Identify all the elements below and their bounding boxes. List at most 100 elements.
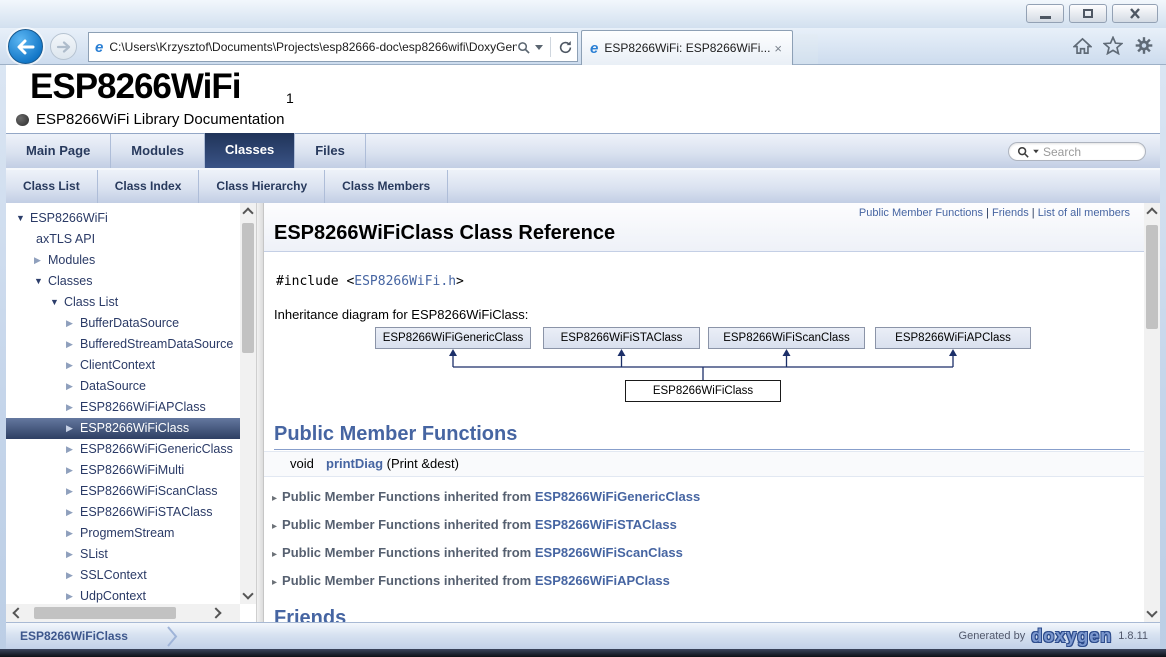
tree-collapsed-icon[interactable]: ▶ (66, 418, 80, 439)
diagram-node-parent[interactable]: ESP8266WiFiSTAClass (543, 327, 700, 349)
link-friends[interactable]: Friends (992, 207, 1029, 219)
tab-close-icon[interactable]: × (772, 41, 784, 56)
tree-collapsed-icon[interactable]: ▶ (66, 376, 80, 397)
scroll-down-icon[interactable] (240, 586, 256, 602)
expand-arrow-icon[interactable]: ▸ (272, 521, 277, 532)
link-list-of-all-members[interactable]: List of all members (1038, 207, 1130, 219)
search-icon[interactable] (517, 41, 530, 54)
tree-label: ProgmemStream (80, 523, 174, 544)
tree-label: ESP8266WiFiScanClass (80, 481, 218, 502)
tree-collapsed-icon[interactable]: ▶ (66, 334, 80, 355)
tab-modules[interactable]: Modules (111, 134, 205, 168)
member-name-link[interactable]: printDiag (326, 456, 383, 471)
project-name: ESP8266WiFi (30, 67, 240, 107)
tree-item-bufferdatasource[interactable]: ▶BufferDataSource (6, 313, 240, 334)
scroll-right-icon[interactable] (208, 605, 224, 621)
expand-arrow-icon[interactable]: ▸ (272, 493, 277, 504)
scroll-up-icon[interactable] (1144, 205, 1160, 221)
tree-item-class-list[interactable]: ▼Class List (6, 292, 240, 313)
link-public-member-functions[interactable]: Public Member Functions (859, 207, 983, 219)
inherited-class-link[interactable]: ESP8266WiFiSTAClass (535, 517, 677, 532)
tree-item-esp8266wifi[interactable]: ▼ESP8266WiFi (6, 208, 240, 229)
tree-item-esp8266wifimulti[interactable]: ▶ESP8266WiFiMulti (6, 460, 240, 481)
tree-expanded-icon[interactable]: ▼ (50, 292, 64, 313)
tree-collapsed-icon[interactable]: ▶ (66, 313, 80, 334)
tab-class-hierarchy[interactable]: Class Hierarchy (199, 170, 325, 203)
tree-collapsed-icon[interactable]: ▶ (66, 502, 80, 523)
sidebar-resize-splitter[interactable] (256, 203, 264, 622)
tree-item-classes[interactable]: ▼Classes (6, 271, 240, 292)
scroll-up-icon[interactable] (240, 205, 256, 221)
content-vertical-scrollbar[interactable] (1144, 203, 1160, 622)
diagram-node-parent[interactable]: ESP8266WiFiScanClass (708, 327, 865, 349)
diagram-node-parent[interactable]: ESP8266WiFiAPClass (875, 327, 1031, 349)
tree-collapsed-icon[interactable]: ▶ (66, 544, 80, 565)
minimize-button[interactable] (1026, 4, 1064, 23)
diagram-node-parent[interactable]: ESP8266WiFiGenericClass (375, 327, 531, 349)
scrollbar-thumb[interactable] (1146, 225, 1158, 329)
expand-arrow-icon[interactable]: ▸ (272, 549, 277, 560)
inherited-class-link[interactable]: ESP8266WiFiGenericClass (535, 489, 700, 504)
scroll-left-icon[interactable] (10, 605, 26, 621)
tree-collapsed-icon[interactable]: ▶ (66, 481, 80, 502)
tree-item-clientcontext[interactable]: ▶ClientContext (6, 355, 240, 376)
tree-item-esp8266wifistaclass[interactable]: ▶ESP8266WiFiSTAClass (6, 502, 240, 523)
expand-arrow-icon[interactable]: ▸ (272, 577, 277, 588)
tab-main-page[interactable]: Main Page (6, 134, 111, 168)
scrollbar-thumb[interactable] (34, 607, 176, 619)
tree-collapsed-icon[interactable]: ▶ (66, 439, 80, 460)
settings-gear-icon[interactable] (1134, 36, 1154, 55)
tab-class-index[interactable]: Class Index (98, 170, 200, 203)
tab-class-members[interactable]: Class Members (325, 170, 448, 203)
tree-collapsed-icon[interactable]: ▶ (66, 460, 80, 481)
include-file-link[interactable]: ESP8266WiFi.h (354, 274, 456, 289)
inherited-section-ap[interactable]: ▸Public Member Functions inherited from … (264, 569, 1144, 595)
sidebar-vertical-scrollbar[interactable] (240, 203, 256, 604)
sidebar-horizontal-scrollbar[interactable] (6, 604, 240, 622)
tree-item-slist[interactable]: ▶SList (6, 544, 240, 565)
close-button[interactable] (1112, 4, 1158, 23)
tree-item-bufferedstreamdatasource[interactable]: ▶BufferedStreamDataSource (6, 334, 240, 355)
tree-item-datasource[interactable]: ▶DataSource (6, 376, 240, 397)
forward-button[interactable] (50, 33, 77, 60)
tree-collapsed-icon[interactable]: ▶ (34, 250, 48, 271)
tree-expanded-icon[interactable]: ▼ (34, 271, 48, 292)
tree-item-modules[interactable]: ▶Modules (6, 250, 240, 271)
tree-item-axtls-api[interactable]: axTLS API (6, 229, 240, 250)
breadcrumb[interactable]: ESP8266WiFiClass (20, 623, 128, 649)
tree-collapsed-icon[interactable]: ▶ (66, 523, 80, 544)
inherited-section-sta[interactable]: ▸Public Member Functions inherited from … (264, 513, 1144, 539)
favorites-star-icon[interactable] (1103, 36, 1123, 55)
inherited-class-link[interactable]: ESP8266WiFiScanClass (535, 545, 683, 560)
inherited-class-link[interactable]: ESP8266WiFiAPClass (535, 573, 670, 588)
new-tab-button[interactable] (794, 34, 818, 64)
tree-item-esp8266wifiscanclass[interactable]: ▶ESP8266WiFiScanClass (6, 481, 240, 502)
tab-files[interactable]: Files (295, 134, 366, 168)
tree-item-esp8266wificlass-selected[interactable]: ▶ESP8266WiFiClass (6, 418, 240, 439)
tree-item-sslcontext[interactable]: ▶SSLContext (6, 565, 240, 586)
tree-item-esp8266wifigenericclass[interactable]: ▶ESP8266WiFiGenericClass (6, 439, 240, 460)
tree-item-esp8266wifiapclass[interactable]: ▶ESP8266WiFiAPClass (6, 397, 240, 418)
restore-button[interactable] (1069, 4, 1107, 23)
tab-class-list[interactable]: Class List (6, 170, 98, 203)
search-box[interactable]: Search (1008, 142, 1146, 161)
inherited-section-scan[interactable]: ▸Public Member Functions inherited from … (264, 541, 1144, 567)
tree-item-progmemstream[interactable]: ▶ProgmemStream (6, 523, 240, 544)
inherited-section-generic[interactable]: ▸Public Member Functions inherited from … (264, 485, 1144, 511)
refresh-icon[interactable] (558, 40, 573, 55)
search-filter-caret-icon[interactable] (1033, 150, 1039, 154)
tree-collapsed-icon[interactable]: ▶ (66, 565, 80, 586)
url-text[interactable]: C:\Users\Krzysztof\Documents\Projects\es… (109, 40, 517, 54)
back-button[interactable] (8, 29, 43, 64)
home-icon[interactable] (1073, 37, 1092, 55)
tree-collapsed-icon[interactable]: ▶ (66, 355, 80, 376)
tree-expanded-icon[interactable]: ▼ (16, 208, 30, 229)
search-dropdown-icon[interactable] (535, 45, 543, 50)
scrollbar-thumb[interactable] (242, 223, 254, 353)
tab-classes[interactable]: Classes (205, 133, 295, 168)
address-bar[interactable]: e C:\Users\Krzysztof\Documents\Projects\… (88, 32, 578, 62)
doxygen-logo[interactable]: doxygen (1031, 626, 1112, 647)
tree-collapsed-icon[interactable]: ▶ (66, 397, 80, 418)
browser-tab[interactable]: e ESP8266WiFi: ESP8266WiFi... × (581, 30, 793, 65)
scroll-down-icon[interactable] (1144, 604, 1160, 620)
